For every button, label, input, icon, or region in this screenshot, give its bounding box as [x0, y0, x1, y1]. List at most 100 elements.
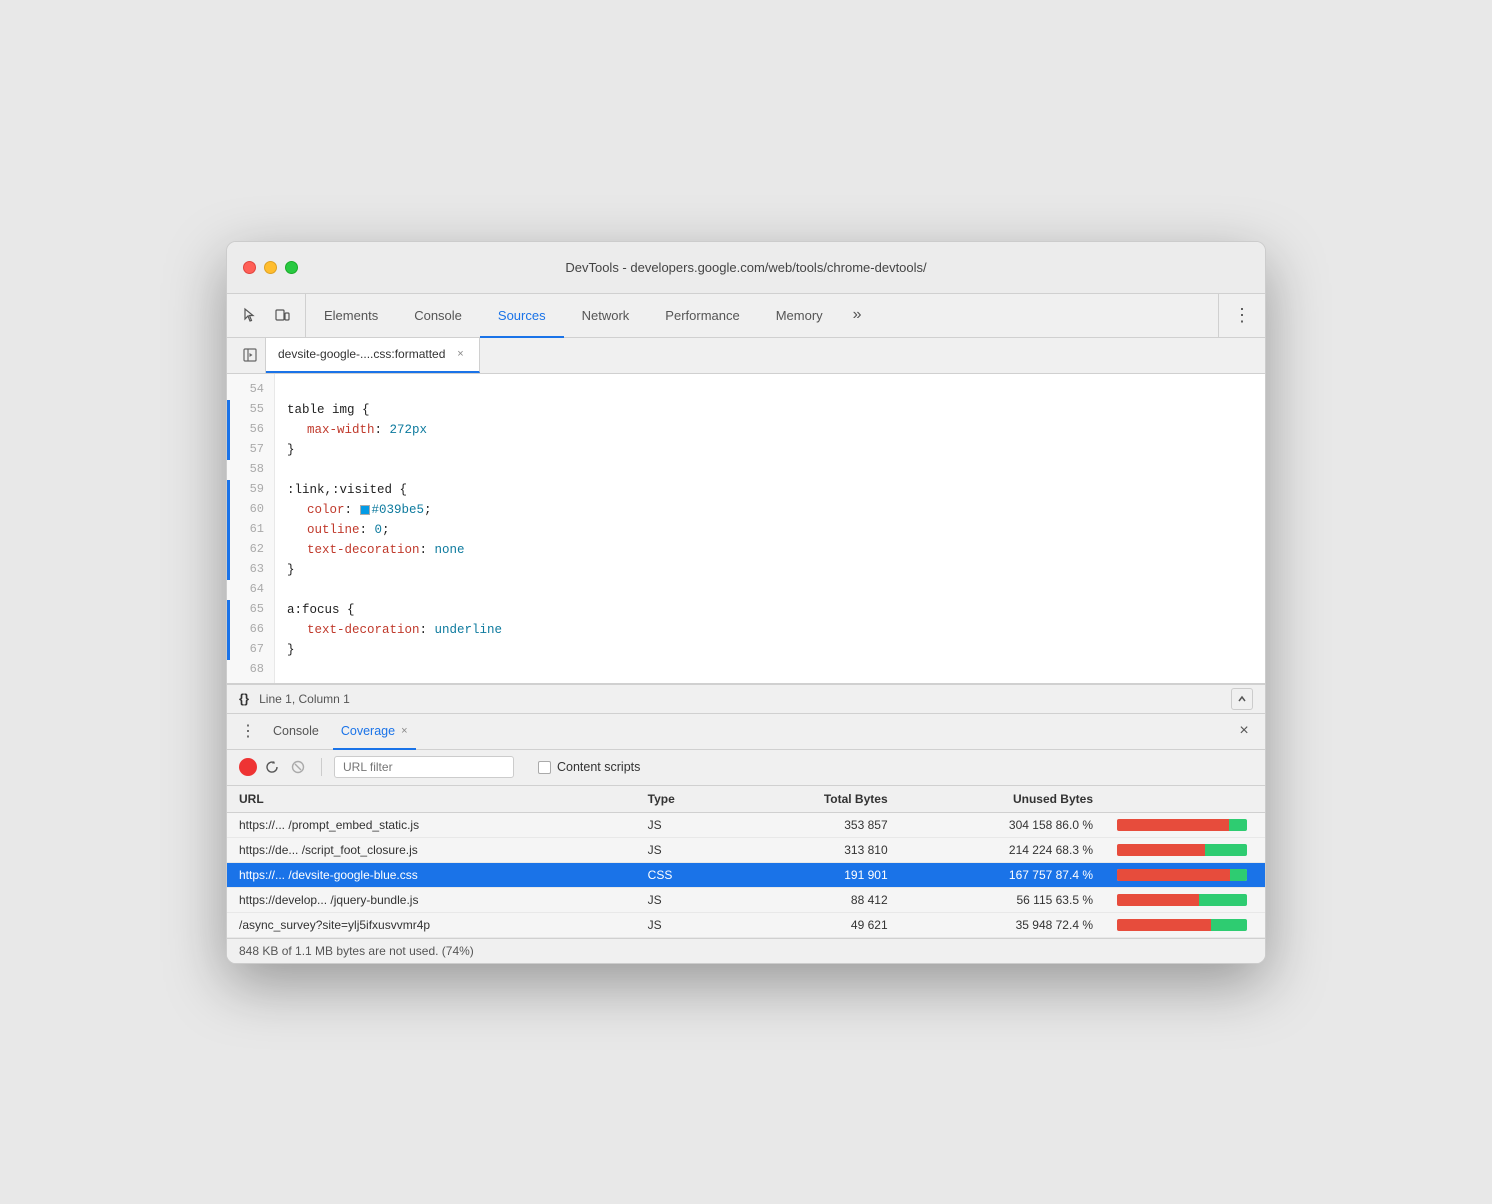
- toolbar-icons: [227, 294, 306, 337]
- minimize-button[interactable]: [264, 261, 277, 274]
- line-num-64: 64: [227, 580, 274, 600]
- cell-url: /async_survey?site=ylj5ifxusvvmr4p: [227, 912, 636, 937]
- table-row[interactable]: https://... /devsite-google-blue.cssCSS1…: [227, 862, 1265, 887]
- tab-elements[interactable]: Elements: [306, 295, 396, 338]
- traffic-lights: [243, 261, 298, 274]
- tab-console[interactable]: Console: [396, 295, 480, 338]
- inspect-icon[interactable]: [237, 302, 263, 328]
- table-row[interactable]: /async_survey?site=ylj5ifxusvvmr4pJS49 6…: [227, 912, 1265, 937]
- code-line-64: [287, 580, 1265, 600]
- bottom-panel-toolbar: ⋮ Console Coverage × ×: [227, 714, 1265, 750]
- file-tab-close-button[interactable]: ×: [453, 347, 467, 361]
- line-num-65: 65: [227, 600, 274, 620]
- tab-memory[interactable]: Memory: [758, 295, 841, 338]
- cell-total-bytes: 191 901: [733, 862, 900, 887]
- coverage-table-container: URL Type Total Bytes Unused Bytes https:…: [227, 786, 1265, 938]
- tab-sources[interactable]: Sources: [480, 295, 564, 338]
- close-button[interactable]: [243, 261, 256, 274]
- col-type[interactable]: Type: [636, 786, 733, 813]
- bottom-kebab-icon[interactable]: ⋮: [237, 720, 259, 742]
- cell-bar: [1105, 887, 1265, 912]
- code-editor[interactable]: 54 55 56 57 58: [227, 374, 1265, 684]
- cell-unused-bytes: 35 948 72.4 %: [900, 912, 1105, 937]
- content-scripts-label[interactable]: Content scripts: [538, 760, 640, 774]
- cell-url: https://... /devsite-google-blue.css: [227, 862, 636, 887]
- line-num-62: 62: [227, 540, 274, 560]
- code-line-67: }: [287, 640, 1265, 660]
- bottom-tab-console[interactable]: Console: [265, 714, 327, 750]
- cell-total-bytes: 313 810: [733, 837, 900, 862]
- code-line-58: [287, 460, 1265, 480]
- line-num-66: 66: [227, 620, 274, 640]
- table-header-row: URL Type Total Bytes Unused Bytes: [227, 786, 1265, 813]
- table-row[interactable]: https://... /prompt_embed_static.jsJS353…: [227, 812, 1265, 837]
- code-line-68: [287, 660, 1265, 680]
- kebab-menu-button[interactable]: ⋮: [1218, 294, 1265, 337]
- line-num-59: 59: [227, 480, 274, 500]
- panel-toggle-icon[interactable]: [235, 338, 266, 373]
- devtools-window: DevTools - developers.google.com/web/too…: [226, 241, 1266, 964]
- col-bar: [1105, 786, 1265, 813]
- bottom-tab-coverage[interactable]: Coverage ×: [333, 714, 416, 750]
- reload-button[interactable]: [261, 756, 283, 778]
- code-content[interactable]: table img { max-width: 272px } :link,:vi…: [275, 374, 1265, 683]
- line-num-60: 60: [227, 500, 274, 520]
- code-line-69-preview: a .link .th-visited .devsite-toast-conte…: [287, 680, 1265, 683]
- table-row[interactable]: https://develop... /jquery-bundle.jsJS88…: [227, 887, 1265, 912]
- more-tabs-button[interactable]: »: [841, 294, 874, 337]
- coverage-tab-close[interactable]: ×: [401, 725, 407, 737]
- title-bar: DevTools - developers.google.com/web/too…: [227, 242, 1265, 294]
- status-bar: {} Line 1, Column 1: [227, 684, 1265, 714]
- cell-unused-bytes: 214 224 68.3 %: [900, 837, 1105, 862]
- cell-url: https://de... /script_foot_closure.js: [227, 837, 636, 862]
- url-filter-input[interactable]: [334, 756, 514, 778]
- cell-bar: [1105, 862, 1265, 887]
- toolbar-divider: [321, 758, 322, 776]
- cell-total-bytes: 88 412: [733, 887, 900, 912]
- cell-type: JS: [636, 887, 733, 912]
- cell-unused-bytes: 167 757 87.4 %: [900, 862, 1105, 887]
- code-line-59: :link,:visited {: [287, 480, 1265, 500]
- tab-network[interactable]: Network: [564, 295, 648, 338]
- code-line-61: outline: 0;: [287, 520, 1265, 540]
- line-num-63: 63: [227, 560, 274, 580]
- content-scripts-checkbox[interactable]: [538, 761, 551, 774]
- cell-url: https://develop... /jquery-bundle.js: [227, 887, 636, 912]
- record-button[interactable]: [239, 758, 257, 776]
- main-tabs: Elements Console Sources Network Perform…: [306, 294, 1218, 337]
- color-swatch[interactable]: [360, 505, 370, 515]
- table-row[interactable]: https://de... /script_foot_closure.jsJS3…: [227, 837, 1265, 862]
- device-toggle-icon[interactable]: [269, 302, 295, 328]
- devtools-container: Elements Console Sources Network Perform…: [227, 294, 1265, 963]
- line-num-67: 67: [227, 640, 274, 660]
- code-line-57: }: [287, 440, 1265, 460]
- cell-type: CSS: [636, 862, 733, 887]
- code-line-55: table img {: [287, 400, 1265, 420]
- tab-performance[interactable]: Performance: [647, 295, 757, 338]
- cell-unused-bytes: 304 158 86.0 %: [900, 812, 1105, 837]
- cell-total-bytes: 353 857: [733, 812, 900, 837]
- col-total-bytes[interactable]: Total Bytes: [733, 786, 900, 813]
- col-unused-bytes[interactable]: Unused Bytes: [900, 786, 1105, 813]
- cell-bar: [1105, 837, 1265, 862]
- maximize-button[interactable]: [285, 261, 298, 274]
- col-url[interactable]: URL: [227, 786, 636, 813]
- line-num-55: 55: [227, 400, 274, 420]
- cell-type: JS: [636, 812, 733, 837]
- line-num-56: 56: [227, 420, 274, 440]
- scroll-to-top-button[interactable]: [1231, 688, 1253, 710]
- file-tab-bar: devsite-google-....css:formatted ×: [227, 338, 1265, 374]
- clear-button[interactable]: [287, 756, 309, 778]
- bottom-panel-close-button[interactable]: ×: [1233, 720, 1255, 742]
- coverage-toolbar: Content scripts: [227, 750, 1265, 786]
- file-tab-css[interactable]: devsite-google-....css:formatted ×: [266, 338, 480, 373]
- code-line-56: max-width: 272px: [287, 420, 1265, 440]
- window-title: DevTools - developers.google.com/web/too…: [565, 260, 926, 275]
- code-line-63: }: [287, 560, 1265, 580]
- line-num-54: 54: [227, 380, 274, 400]
- status-braces-icon: {}: [239, 691, 249, 706]
- code-line-60: color: #039be5;: [287, 500, 1265, 520]
- line-numbers: 54 55 56 57 58: [227, 374, 275, 683]
- line-num-57: 57: [227, 440, 274, 460]
- cursor-position: Line 1, Column 1: [259, 692, 350, 706]
